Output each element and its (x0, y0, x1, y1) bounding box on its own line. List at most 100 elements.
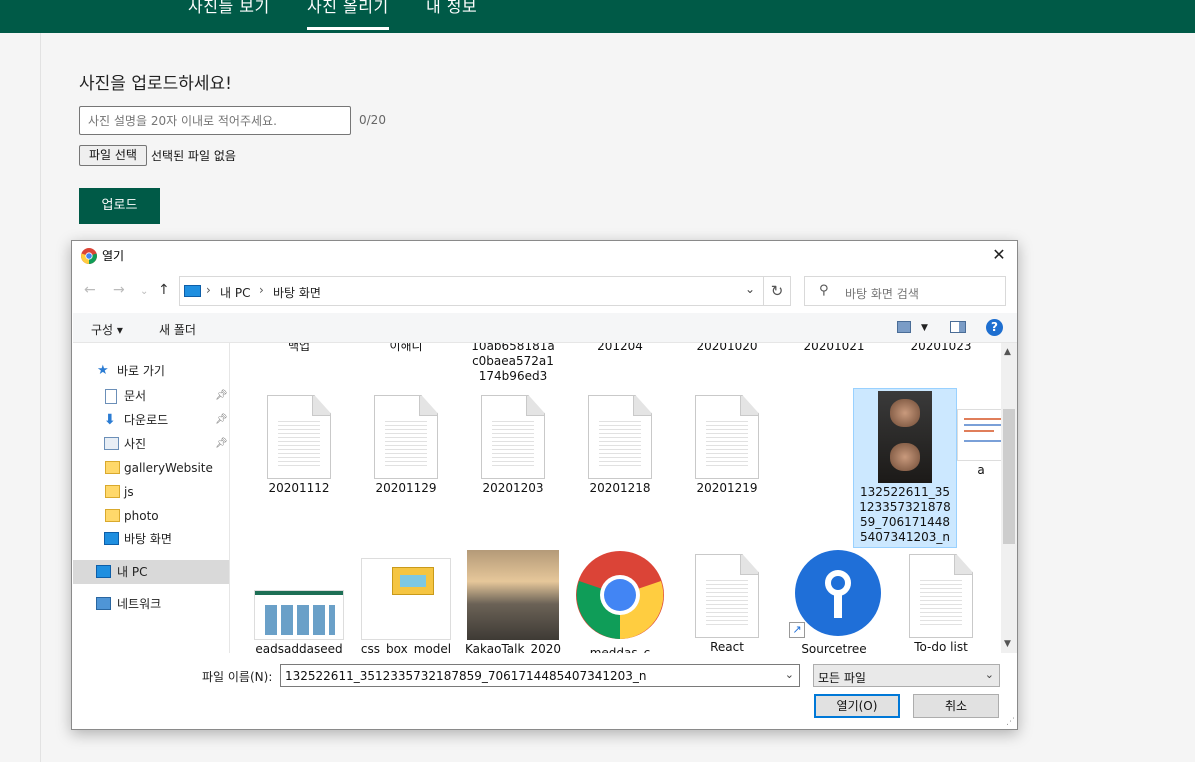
sidebar-item-photo[interactable]: photo (73, 504, 229, 528)
filename-value: 132522611_3512335732187859_7061714485407… (285, 669, 647, 683)
search-placeholder: 바탕 화면 검색 (845, 287, 919, 301)
document-file-icon (909, 554, 973, 638)
file-item[interactable]: To-do list (889, 548, 993, 653)
content-divider (40, 33, 41, 762)
tab-my-info[interactable]: 내 정보 (426, 0, 477, 30)
chevron-down-icon[interactable]: ⌄ (785, 668, 794, 681)
network-icon (96, 597, 111, 610)
sidebar-item-documents[interactable]: 문서 📌︎ (73, 384, 229, 408)
chevron-right-icon: › (206, 283, 211, 297)
desktop-icon (104, 532, 119, 545)
file-item[interactable]: 201204 (568, 343, 672, 354)
shortcut-arrow-icon: ↗ (789, 622, 805, 638)
file-item[interactable]: React (675, 548, 779, 653)
breadcrumb-my-pc[interactable]: 내 PC (220, 284, 250, 301)
tab-view-photos[interactable]: 사진들 보기 (188, 0, 270, 30)
char-counter: 0/20 (359, 113, 386, 127)
pc-icon (184, 285, 201, 297)
file-item[interactable]: 이해니 (354, 343, 458, 354)
sidebar-item-gallerywebsite[interactable]: galleryWebsite (73, 456, 229, 480)
filename-input[interactable]: 132522611_3512335732187859_7061714485407… (280, 664, 800, 687)
file-item[interactable]: 20201020 (675, 343, 779, 354)
document-file-icon (695, 554, 759, 638)
document-file-icon (267, 395, 331, 479)
file-item[interactable]: 20201219 (675, 389, 779, 496)
organize-button[interactable]: 구성 ▾ (91, 321, 123, 338)
pin-icon: 📌︎ (215, 390, 228, 401)
file-item[interactable]: 20201023 (889, 343, 993, 354)
dialog-title: 열기 (102, 249, 125, 263)
file-item[interactable]: a (957, 389, 1001, 478)
pc-icon (96, 565, 111, 578)
upload-button[interactable]: 업로드 (79, 188, 160, 224)
code-thumbnail (957, 409, 1001, 461)
scroll-down-icon[interactable]: ▼ (1004, 639, 1011, 649)
diagram-thumbnail (361, 558, 451, 640)
file-item[interactable]: ↗ Sourcetree (782, 548, 886, 653)
pin-icon: 📌︎ (215, 438, 228, 449)
vertical-scrollbar[interactable]: ▲ ▼ (1001, 343, 1017, 653)
scroll-up-icon[interactable]: ▲ (1004, 347, 1011, 357)
forward-icon[interactable]: → (113, 282, 125, 298)
sidebar-item-network[interactable]: 네트워크 (73, 592, 229, 616)
file-item[interactable]: css_box_model (354, 548, 458, 653)
folder-icon (105, 461, 120, 474)
breadcrumb-desktop[interactable]: 바탕 화면 (273, 284, 321, 301)
file-item[interactable]: 백업 (247, 343, 351, 354)
sidebar-item-pictures[interactable]: 사진 📌︎ (73, 432, 229, 456)
address-bar[interactable]: › 내 PC › 바탕 화면 ⌄ (179, 276, 764, 306)
filetype-select[interactable]: 모든 파일 ⌄ (813, 664, 1000, 687)
sidebar-item-my-pc[interactable]: 내 PC (73, 560, 229, 584)
view-options-icon[interactable] (897, 321, 911, 333)
up-icon[interactable]: ↑ (158, 282, 170, 298)
file-item[interactable]: meddas_c (568, 548, 672, 653)
close-icon[interactable]: ✕ (989, 245, 1009, 265)
file-list: 백업 이해니 10ab658181ac0baea572a1174b96ed3 2… (231, 343, 1001, 653)
filename-label: 파일 이름(N): (202, 670, 273, 684)
top-nav: 사진들 보기 사진 올리기 내 정보 (0, 0, 1195, 33)
choose-file-button[interactable]: 파일 선택 (79, 145, 147, 166)
file-item[interactable]: 20201129 (354, 389, 458, 496)
resize-grip-icon[interactable]: ⋰ (1006, 717, 1015, 727)
chrome-icon (81, 248, 97, 264)
file-item[interactable]: 20201021 (782, 343, 886, 354)
recent-dropdown-icon[interactable]: ⌄ (140, 286, 148, 297)
file-item[interactable]: KakaoTalk_2020 (461, 548, 565, 653)
download-icon: ⬇ (104, 412, 116, 428)
search-input[interactable]: ⚲ 바탕 화면 검색 (804, 276, 1006, 306)
sidebar-item-js[interactable]: js (73, 480, 229, 504)
description-input[interactable] (79, 106, 351, 135)
chrome-icon (576, 551, 664, 639)
photo-thumbnail (878, 391, 932, 483)
open-button[interactable]: 열기(O) (814, 694, 900, 718)
file-item[interactable]: 20201203 (461, 389, 565, 496)
photo-thumbnail (467, 550, 559, 640)
file-status-text: 선택된 파일 없음 (151, 149, 236, 163)
sidebar-item-quick-access[interactable]: ★ 바로 가기 (73, 359, 229, 383)
file-item[interactable]: 20201112 (247, 389, 351, 496)
scroll-thumb[interactable] (1003, 409, 1015, 544)
sidebar-item-downloads[interactable]: ⬇ 다운로드 📌︎ (73, 408, 229, 432)
pin-icon: 📌︎ (215, 414, 228, 425)
selected-file-item[interactable]: 132522611_3512335732187859_7061714485407… (853, 388, 957, 548)
refresh-icon[interactable]: ↻ (763, 276, 791, 306)
chevron-down-icon[interactable]: ⌄ (745, 282, 755, 296)
document-file-icon (481, 395, 545, 479)
tab-upload-photo[interactable]: 사진 올리기 (307, 0, 389, 30)
sidebar-item-desktop[interactable]: 바탕 화면 (73, 527, 229, 551)
document-file-icon (695, 395, 759, 479)
file-item[interactable]: 10ab658181ac0baea572a1174b96ed3 (461, 343, 565, 384)
chevron-down-icon[interactable]: ⌄ (985, 668, 994, 681)
view-dropdown-icon[interactable]: ▼ (921, 323, 928, 333)
filetype-value: 모든 파일 (818, 671, 866, 685)
document-icon (105, 389, 117, 404)
preview-pane-icon[interactable] (950, 321, 966, 333)
cancel-button[interactable]: 취소 (913, 694, 999, 718)
back-icon[interactable]: ← (84, 282, 96, 298)
pictures-icon (104, 437, 119, 450)
file-item[interactable]: eadsaddaseed (247, 548, 351, 653)
new-folder-button[interactable]: 새 폴더 (159, 321, 196, 338)
file-item[interactable]: 20201218 (568, 389, 672, 496)
help-icon[interactable]: ? (986, 319, 1003, 336)
document-file-icon (374, 395, 438, 479)
